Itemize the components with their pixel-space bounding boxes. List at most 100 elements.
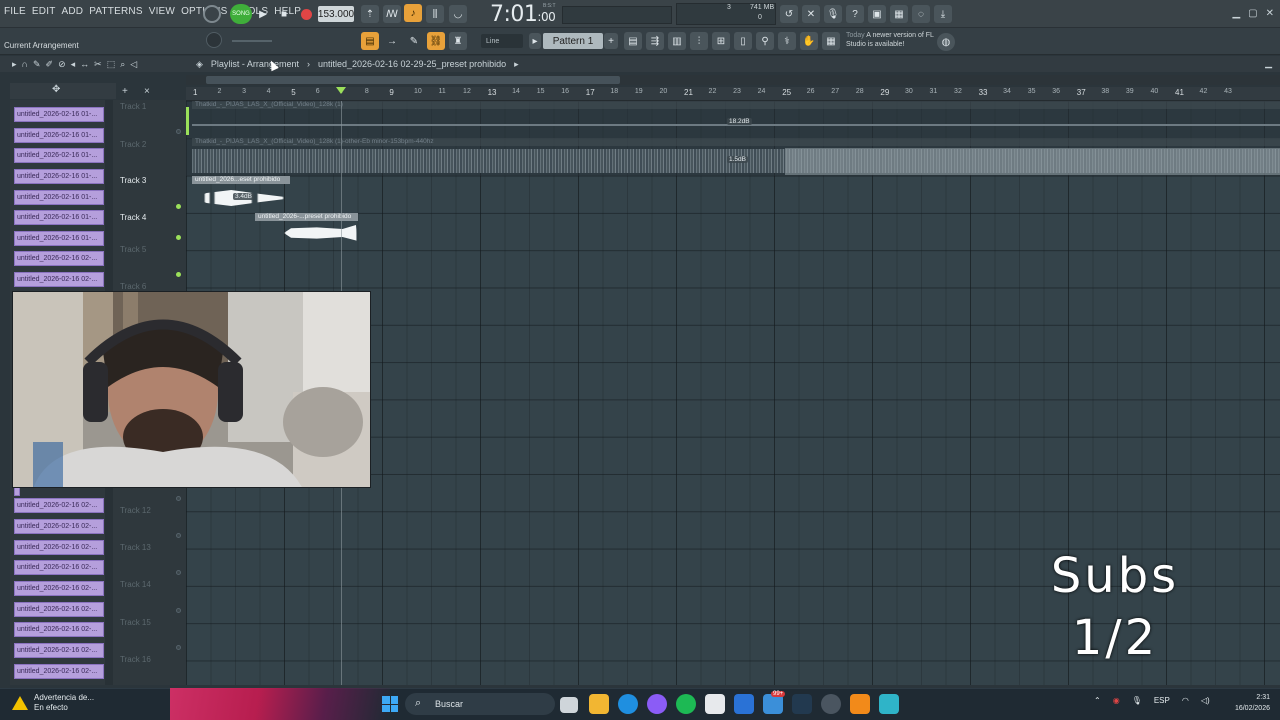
touch-keyboard-icon[interactable]: ✋ (800, 32, 818, 50)
track-12-mute-icon[interactable] (176, 533, 181, 538)
arrangement-name[interactable]: untitled_2026-02-16 02-29-25_preset proh… (318, 59, 506, 70)
song-mode-button[interactable]: SONG (230, 4, 252, 24)
track-14-mute-icon[interactable] (176, 608, 181, 613)
stamp-icon[interactable]: ♜ (449, 32, 467, 50)
record-button[interactable] (297, 5, 315, 23)
wait-input-icon[interactable]: ◡ (449, 5, 467, 23)
taskbar-clock[interactable]: 2:31 16/02/2026 (1224, 692, 1270, 714)
mixer-button-icon[interactable]: ⫶ (690, 32, 708, 50)
track-5-mute-icon[interactable] (176, 272, 181, 277)
playlist-arrows-icon[interactable]: ◈ (196, 59, 203, 70)
track-14-label[interactable]: Track 14 (120, 580, 151, 589)
tray-chevron-icon[interactable]: ⌃ (1094, 696, 1101, 705)
spotify-icon[interactable] (676, 694, 696, 714)
blend-notes-icon[interactable]: ♪ (404, 4, 422, 22)
playlist-window-icon[interactable]: ▤ (624, 32, 642, 50)
track-3-mute-icon[interactable] (176, 204, 181, 209)
picker-clip-item[interactable]: untitled_2026-02-16 01-... (14, 190, 104, 205)
keyboard-language[interactable]: ESP (1154, 696, 1170, 705)
plugin-database-icon[interactable]: ⚲ (756, 32, 774, 50)
picker-clip-item[interactable]: untitled_2026-02-16 02-... (14, 664, 104, 679)
edge-browser-icon[interactable] (618, 694, 638, 714)
notepad-icon[interactable] (879, 694, 899, 714)
picker-clip-item[interactable]: untitled_2026-02-16 02-... (14, 643, 104, 658)
picker-clip-item[interactable]: untitled_2026-02-16 01-... (14, 148, 104, 163)
menu-add[interactable]: ADD (62, 6, 84, 17)
picker-clip-item[interactable]: untitled_2026-02-16 01-... (14, 107, 104, 122)
menu-patterns[interactable]: PATTERNS (89, 6, 142, 17)
steam-icon[interactable] (792, 694, 812, 714)
track-2-label[interactable]: Track 2 (120, 140, 146, 149)
minimize-icon[interactable]: ▁ (1232, 8, 1240, 19)
slip-tool-icon[interactable]: ↔ (80, 59, 89, 70)
arrow-icon[interactable]: → (383, 32, 401, 50)
close-icon[interactable]: ✕ (1266, 8, 1274, 19)
pattern-prev-icon[interactable]: ▸ (529, 33, 541, 49)
warning-notification[interactable]: Advertencia de... En efecto (12, 693, 94, 713)
menu-edit[interactable]: EDIT (32, 6, 56, 17)
track-5-label[interactable]: Track 5 (120, 245, 146, 254)
menu-file[interactable]: FILE (4, 6, 26, 17)
picker-clip-item[interactable]: untitled_2026-02-16 01-... (14, 128, 104, 143)
step-edit-icon[interactable]: ⇡ (361, 5, 379, 23)
audio-clip-4[interactable]: untitled_2026-...preset prohibido (255, 213, 358, 243)
store-taskbar-icon[interactable] (705, 694, 725, 714)
task-view-icon[interactable] (560, 697, 578, 713)
undo-history-icon[interactable]: ↺ (780, 5, 798, 23)
picker-clip-item[interactable]: untitled_2026-02-16 02-... (14, 272, 104, 287)
snap-selector[interactable]: Line (481, 34, 523, 48)
picker-clip-item[interactable]: untitled_2026-02-16 01-... (14, 169, 104, 184)
loop-record-icon[interactable]: ꟿ (383, 5, 401, 23)
browser-icon[interactable]: ⊞ (712, 32, 730, 50)
playback-tool-icon[interactable]: ◁ (130, 59, 137, 70)
track-3-label[interactable]: Track 3 (120, 176, 146, 185)
picker-clip-item[interactable]: untitled_2026-02-16 02-... (14, 581, 104, 596)
picker-clip-item[interactable]: untitled_2026-02-16 02-... (14, 622, 104, 637)
mute-tool-icon[interactable]: ◂ (71, 59, 76, 70)
playlist-minimize-icon[interactable]: ▁ (1265, 58, 1272, 69)
track-15-label[interactable]: Track 15 (120, 618, 151, 627)
picker-clip-item[interactable]: untitled_2026-02-16 02-... (14, 498, 104, 513)
loop-start-marker[interactable] (186, 107, 189, 135)
track-11-mute-icon[interactable] (176, 496, 181, 501)
draw-icon[interactable]: ✎ (405, 32, 423, 50)
download-icon[interactable]: ⤓ (934, 5, 952, 23)
save-icon[interactable]: ▣ (868, 5, 886, 23)
picker-clip-item[interactable]: untitled_2026-02-16 02-... (14, 519, 104, 534)
track-1-mute-icon[interactable] (176, 129, 181, 134)
arrangement-dropdown-icon[interactable]: ▸ (514, 59, 519, 70)
countdown-icon[interactable]: ⫼ (426, 5, 444, 23)
timeline-ruler[interactable]: 1 2 3 4 5 6 7 8 9 10 11 12 13 14 15 16 17 18 19 20 21 22 23 24 2… (186, 87, 1280, 101)
fl-studio-icon[interactable] (850, 694, 870, 714)
remove-track-icon[interactable]: × (144, 86, 150, 97)
link-icon[interactable]: ⛓ (427, 32, 445, 50)
track-4-label[interactable]: Track 4 (120, 213, 146, 222)
paint-icon[interactable]: ✐ (46, 59, 54, 70)
microphone-icon[interactable]: 🎙 (824, 5, 842, 23)
volume-icon[interactable]: ◁) (1201, 696, 1210, 705)
channel-rack-button-icon[interactable]: ▥ (668, 32, 686, 50)
track-15-mute-icon[interactable] (176, 645, 181, 650)
file-explorer-icon[interactable] (589, 694, 609, 714)
zoom-tool-icon[interactable]: ⌕ (120, 59, 125, 70)
track-13-mute-icon[interactable] (176, 570, 181, 575)
magnet-icon[interactable]: ∩ (22, 59, 28, 70)
track-13-label[interactable]: Track 13 (120, 543, 151, 552)
pencil-icon[interactable]: ✎ (33, 59, 41, 70)
playlist-icon[interactable]: ▤ (361, 32, 379, 50)
playhead-marker-icon[interactable] (336, 87, 346, 94)
track-16-label[interactable]: Track 16 (120, 655, 151, 664)
play-button[interactable]: ▶ (254, 5, 272, 23)
mixer-icon[interactable]: ✕ (802, 5, 820, 23)
picker-clip-item[interactable]: untitled_2026-02-16 02-... (14, 602, 104, 617)
scrollbar-thumb[interactable] (206, 76, 620, 84)
tempo-display[interactable]: 153.000 (318, 6, 354, 22)
tray-mic-icon[interactable]: 🎙 (1132, 696, 1142, 705)
news-settings-icon[interactable]: ◍ (937, 33, 955, 51)
stop-button[interactable]: ■ (275, 5, 293, 23)
news-panel[interactable]: Today A newer version of FL Studio is av… (846, 31, 936, 49)
menu-view[interactable]: VIEW (149, 6, 175, 17)
select-tool-icon[interactable]: ⬚ (107, 59, 116, 70)
maximize-icon[interactable]: ▢ (1248, 8, 1257, 19)
wifi-icon[interactable]: ◠ (1182, 696, 1189, 705)
